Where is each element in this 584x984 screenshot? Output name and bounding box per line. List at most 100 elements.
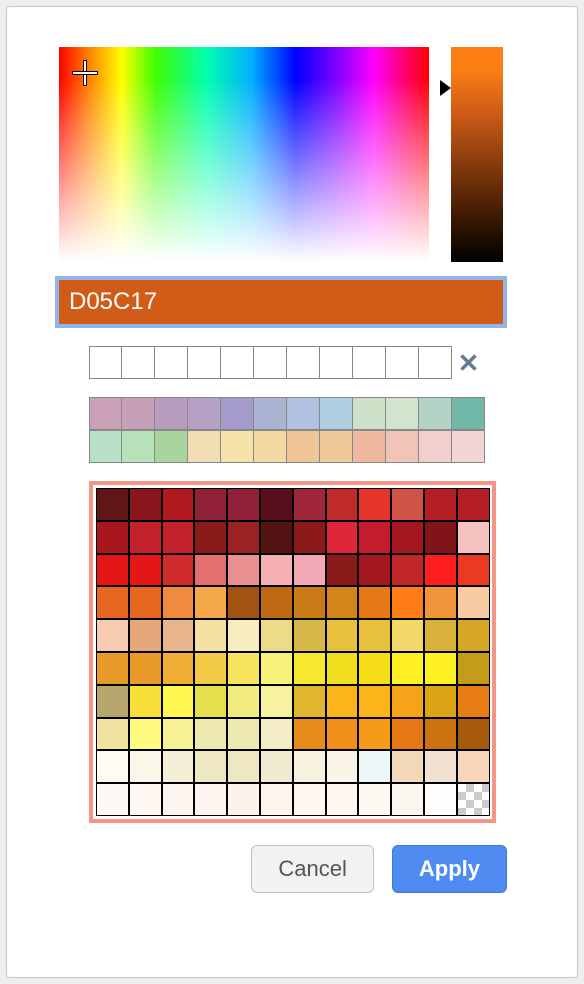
theme-swatch[interactable] <box>194 750 227 783</box>
theme-swatch[interactable] <box>424 783 457 816</box>
custom-swatch[interactable] <box>353 346 386 379</box>
theme-swatch[interactable] <box>96 488 129 521</box>
theme-swatch[interactable] <box>162 488 195 521</box>
theme-swatch[interactable] <box>326 619 359 652</box>
theme-swatch[interactable] <box>358 488 391 521</box>
theme-swatch[interactable] <box>194 488 227 521</box>
preset-swatch[interactable] <box>254 397 287 430</box>
theme-swatch[interactable] <box>457 652 490 685</box>
custom-swatch[interactable] <box>188 346 221 379</box>
theme-swatch[interactable] <box>293 652 326 685</box>
theme-swatch[interactable] <box>96 750 129 783</box>
theme-swatch[interactable] <box>162 750 195 783</box>
preset-swatch[interactable] <box>386 397 419 430</box>
theme-swatch[interactable] <box>227 652 260 685</box>
theme-swatch[interactable] <box>260 750 293 783</box>
theme-swatch[interactable] <box>194 521 227 554</box>
theme-swatch[interactable] <box>260 488 293 521</box>
preset-swatch[interactable] <box>221 397 254 430</box>
theme-swatch[interactable] <box>424 652 457 685</box>
custom-swatch[interactable] <box>122 346 155 379</box>
theme-swatch[interactable] <box>391 652 424 685</box>
theme-swatch[interactable] <box>227 586 260 619</box>
theme-swatch[interactable] <box>162 718 195 751</box>
theme-swatch[interactable] <box>457 619 490 652</box>
theme-swatch[interactable] <box>293 718 326 751</box>
preset-swatch[interactable] <box>155 430 188 463</box>
custom-swatch[interactable] <box>89 346 122 379</box>
theme-swatch[interactable] <box>129 586 162 619</box>
theme-swatch[interactable] <box>227 488 260 521</box>
theme-swatch[interactable] <box>293 488 326 521</box>
theme-swatch[interactable] <box>162 783 195 816</box>
theme-swatch[interactable] <box>162 652 195 685</box>
theme-swatch[interactable] <box>194 619 227 652</box>
theme-swatch[interactable] <box>227 685 260 718</box>
theme-swatch[interactable] <box>260 685 293 718</box>
theme-swatch[interactable] <box>194 783 227 816</box>
theme-swatch[interactable] <box>424 685 457 718</box>
theme-swatch[interactable] <box>260 652 293 685</box>
theme-swatch[interactable] <box>293 783 326 816</box>
theme-swatch[interactable] <box>96 718 129 751</box>
theme-swatch[interactable] <box>194 718 227 751</box>
theme-swatch[interactable] <box>391 554 424 587</box>
preset-swatch[interactable] <box>89 430 122 463</box>
theme-swatch[interactable] <box>129 685 162 718</box>
theme-swatch[interactable] <box>457 554 490 587</box>
theme-swatch[interactable] <box>162 521 195 554</box>
preset-swatch[interactable] <box>320 397 353 430</box>
theme-swatch[interactable] <box>129 619 162 652</box>
theme-swatch[interactable] <box>260 718 293 751</box>
theme-swatch[interactable] <box>424 488 457 521</box>
theme-swatch[interactable] <box>129 554 162 587</box>
theme-swatch[interactable] <box>96 652 129 685</box>
preset-swatch[interactable] <box>188 430 221 463</box>
theme-swatch[interactable] <box>227 554 260 587</box>
theme-swatch[interactable] <box>391 685 424 718</box>
preset-swatch[interactable] <box>122 430 155 463</box>
brightness-slider[interactable] <box>451 47 503 262</box>
theme-swatch[interactable] <box>326 652 359 685</box>
preset-swatch[interactable] <box>419 397 452 430</box>
theme-swatch[interactable] <box>194 685 227 718</box>
theme-swatch[interactable] <box>424 521 457 554</box>
theme-swatch[interactable] <box>358 554 391 587</box>
cancel-button[interactable]: Cancel <box>251 845 373 893</box>
theme-swatch[interactable] <box>227 718 260 751</box>
custom-swatch[interactable] <box>386 346 419 379</box>
theme-swatch[interactable] <box>326 685 359 718</box>
theme-swatch[interactable] <box>227 750 260 783</box>
theme-swatch[interactable] <box>129 750 162 783</box>
apply-button[interactable]: Apply <box>392 845 507 893</box>
theme-swatch[interactable] <box>457 521 490 554</box>
theme-swatch[interactable] <box>326 521 359 554</box>
theme-swatch[interactable] <box>96 554 129 587</box>
preset-swatch[interactable] <box>89 397 122 430</box>
theme-swatch[interactable] <box>293 554 326 587</box>
theme-swatch[interactable] <box>162 685 195 718</box>
theme-swatch[interactable] <box>391 586 424 619</box>
custom-swatch[interactable] <box>254 346 287 379</box>
custom-swatch[interactable] <box>419 346 452 379</box>
theme-swatch[interactable] <box>293 750 326 783</box>
theme-swatch[interactable] <box>260 783 293 816</box>
theme-swatch[interactable] <box>424 750 457 783</box>
theme-swatch[interactable] <box>391 783 424 816</box>
slider-thumb-icon[interactable] <box>440 80 451 96</box>
theme-swatch[interactable] <box>162 619 195 652</box>
theme-swatch[interactable] <box>194 554 227 587</box>
theme-swatch[interactable] <box>424 554 457 587</box>
theme-swatch[interactable] <box>358 586 391 619</box>
custom-swatch[interactable] <box>221 346 254 379</box>
theme-swatch[interactable] <box>457 783 490 816</box>
preset-swatch[interactable] <box>287 430 320 463</box>
theme-swatch[interactable] <box>457 685 490 718</box>
preset-swatch[interactable] <box>353 397 386 430</box>
theme-swatch[interactable] <box>227 783 260 816</box>
theme-swatch[interactable] <box>326 554 359 587</box>
theme-swatch[interactable] <box>96 685 129 718</box>
theme-swatch[interactable] <box>424 718 457 751</box>
theme-swatch[interactable] <box>358 685 391 718</box>
custom-swatch[interactable] <box>287 346 320 379</box>
